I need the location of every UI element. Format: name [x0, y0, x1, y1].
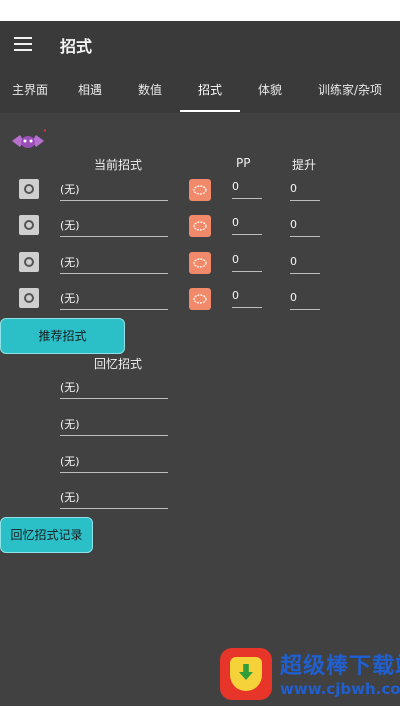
boost-field[interactable]: 0: [290, 254, 320, 274]
relearn-move-field[interactable]: (无): [60, 489, 168, 509]
relearn-move-field[interactable]: (无): [60, 453, 168, 473]
move-slot-icon[interactable]: [19, 215, 39, 235]
tab-bar: 主界面 相遇 数值 招式 体貌 训练家/杂项: [0, 67, 400, 113]
pokemon-sprite-icon: [12, 129, 46, 148]
move-type-icon[interactable]: [189, 288, 211, 310]
tab-stats[interactable]: 数值: [120, 67, 180, 113]
move-slot-icon[interactable]: [19, 252, 39, 272]
move-field[interactable]: (无): [60, 181, 168, 201]
pp-header: PP: [236, 156, 251, 170]
site-watermark: 超级棒下载站 www.cjbwh.com: [220, 646, 400, 706]
pp-field[interactable]: 0: [232, 179, 262, 199]
move-type-icon[interactable]: [189, 252, 211, 274]
boost-field[interactable]: 0: [290, 181, 320, 201]
relearn-move-field[interactable]: (无): [60, 379, 168, 399]
move-field[interactable]: (无): [60, 217, 168, 237]
move-field[interactable]: (无): [60, 254, 168, 274]
pp-field[interactable]: 0: [232, 215, 262, 235]
move-type-icon[interactable]: [189, 179, 211, 201]
tab-moves[interactable]: 招式: [180, 67, 240, 113]
watermark-title: 超级棒下载站: [280, 654, 400, 679]
app-screen: 招式 主界面 相遇 数值 招式 体貌 训练家/杂项 当前招式 PP 提升 (无)…: [0, 21, 400, 706]
relearn-record-button[interactable]: 回忆招式记录: [0, 517, 93, 553]
relearn-move-field[interactable]: (无): [60, 416, 168, 436]
active-tab-indicator: [180, 110, 240, 112]
move-slot-icon[interactable]: [19, 179, 39, 199]
move-type-icon[interactable]: [189, 215, 211, 237]
hamburger-menu-icon[interactable]: [14, 37, 32, 51]
pp-field[interactable]: 0: [232, 288, 262, 308]
relearn-moves-header: 回忆招式: [94, 357, 143, 371]
move-field[interactable]: (无): [60, 290, 168, 310]
pp-field[interactable]: 0: [232, 252, 262, 272]
recommend-moves-button[interactable]: 推荐招式: [0, 318, 125, 354]
page-title: 招式: [60, 37, 93, 56]
download-site-logo-icon: [220, 648, 272, 700]
tab-appearance[interactable]: 体貌: [240, 67, 300, 113]
boost-field[interactable]: 0: [290, 290, 320, 310]
watermark-url: www.cjbwh.com: [280, 680, 400, 698]
tab-encounter[interactable]: 相遇: [60, 67, 120, 113]
current-moves-header: 当前招式: [94, 158, 143, 172]
tab-trainer-misc[interactable]: 训练家/杂项: [300, 67, 400, 113]
boost-header: 提升: [292, 158, 317, 172]
app-bar: 招式: [0, 21, 400, 67]
move-slot-icon[interactable]: [19, 288, 39, 308]
boost-field[interactable]: 0: [290, 217, 320, 237]
tab-main[interactable]: 主界面: [0, 67, 60, 113]
